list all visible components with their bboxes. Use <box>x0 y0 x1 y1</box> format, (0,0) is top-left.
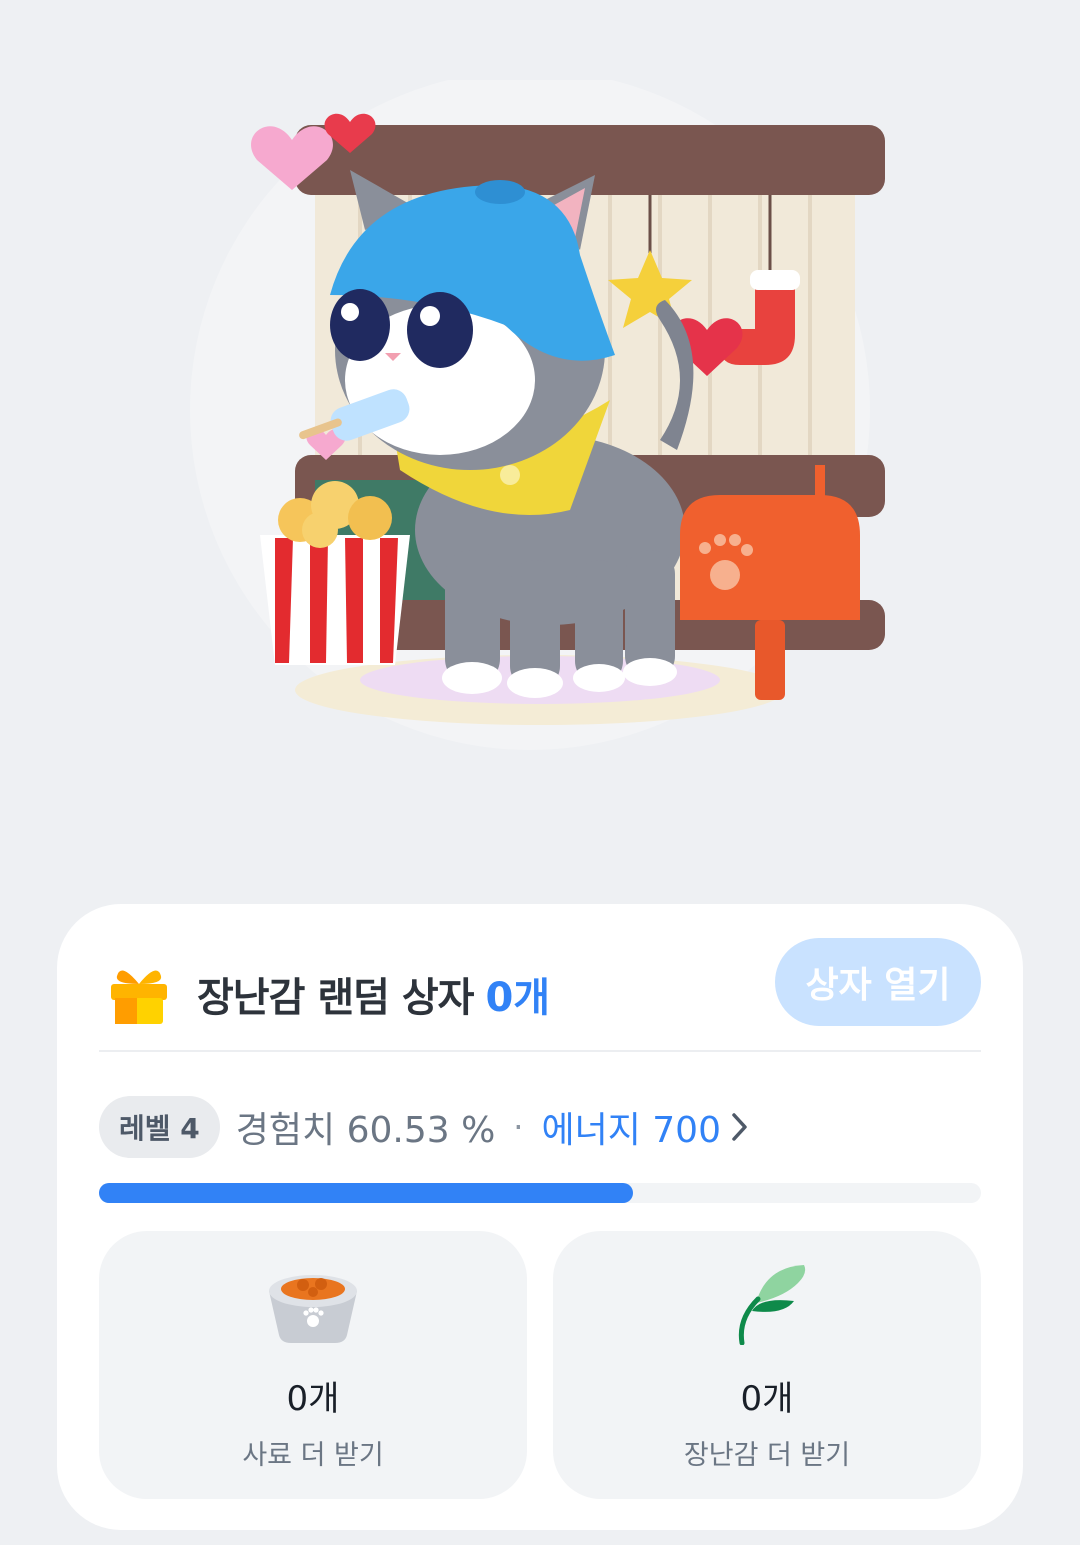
divider <box>99 1050 981 1052</box>
open-box-button[interactable]: 상자 열기 <box>775 938 981 1026</box>
cat-illustration <box>180 70 920 780</box>
get-more-toys-tile[interactable]: 0개 장난감 더 받기 <box>553 1231 981 1499</box>
pet-food-bowl-icon <box>269 1275 357 1343</box>
experience-progress-bar <box>99 1183 981 1203</box>
energy-text: 에너지 700 <box>541 1110 721 1151</box>
level-badge: 레벨 4 <box>99 1096 220 1158</box>
chevron-right-icon <box>732 1113 747 1141</box>
experience-text: 경험치 60.53 % <box>235 1110 496 1151</box>
random-box-title: 장난감 랜덤 상자 <box>197 975 474 1021</box>
pet-status-card: 장난감 랜덤 상자 0개 상자 열기 레벨 4 경험치 60.53 % · 에너… <box>57 904 1023 1530</box>
separator-dot: · <box>513 1108 524 1146</box>
get-more-food-tile[interactable]: 0개 사료 더 받기 <box>99 1231 527 1499</box>
toy-count: 0개 <box>740 1379 794 1419</box>
random-box-count: 0개 <box>485 975 551 1021</box>
get-more-toys-label: 장난감 더 받기 <box>683 1440 851 1471</box>
level-row[interactable]: 레벨 4 경험치 60.53 % · 에너지 700 <box>99 1094 751 1160</box>
get-more-food-label: 사료 더 받기 <box>242 1440 384 1471</box>
feather-toy-icon <box>738 1265 806 1345</box>
experience-progress-fill <box>99 1183 633 1203</box>
food-count: 0개 <box>286 1379 340 1419</box>
random-box-row: 장난감 랜덤 상자 0개 상자 열기 <box>99 938 981 1050</box>
gift-box-icon <box>111 970 167 1024</box>
